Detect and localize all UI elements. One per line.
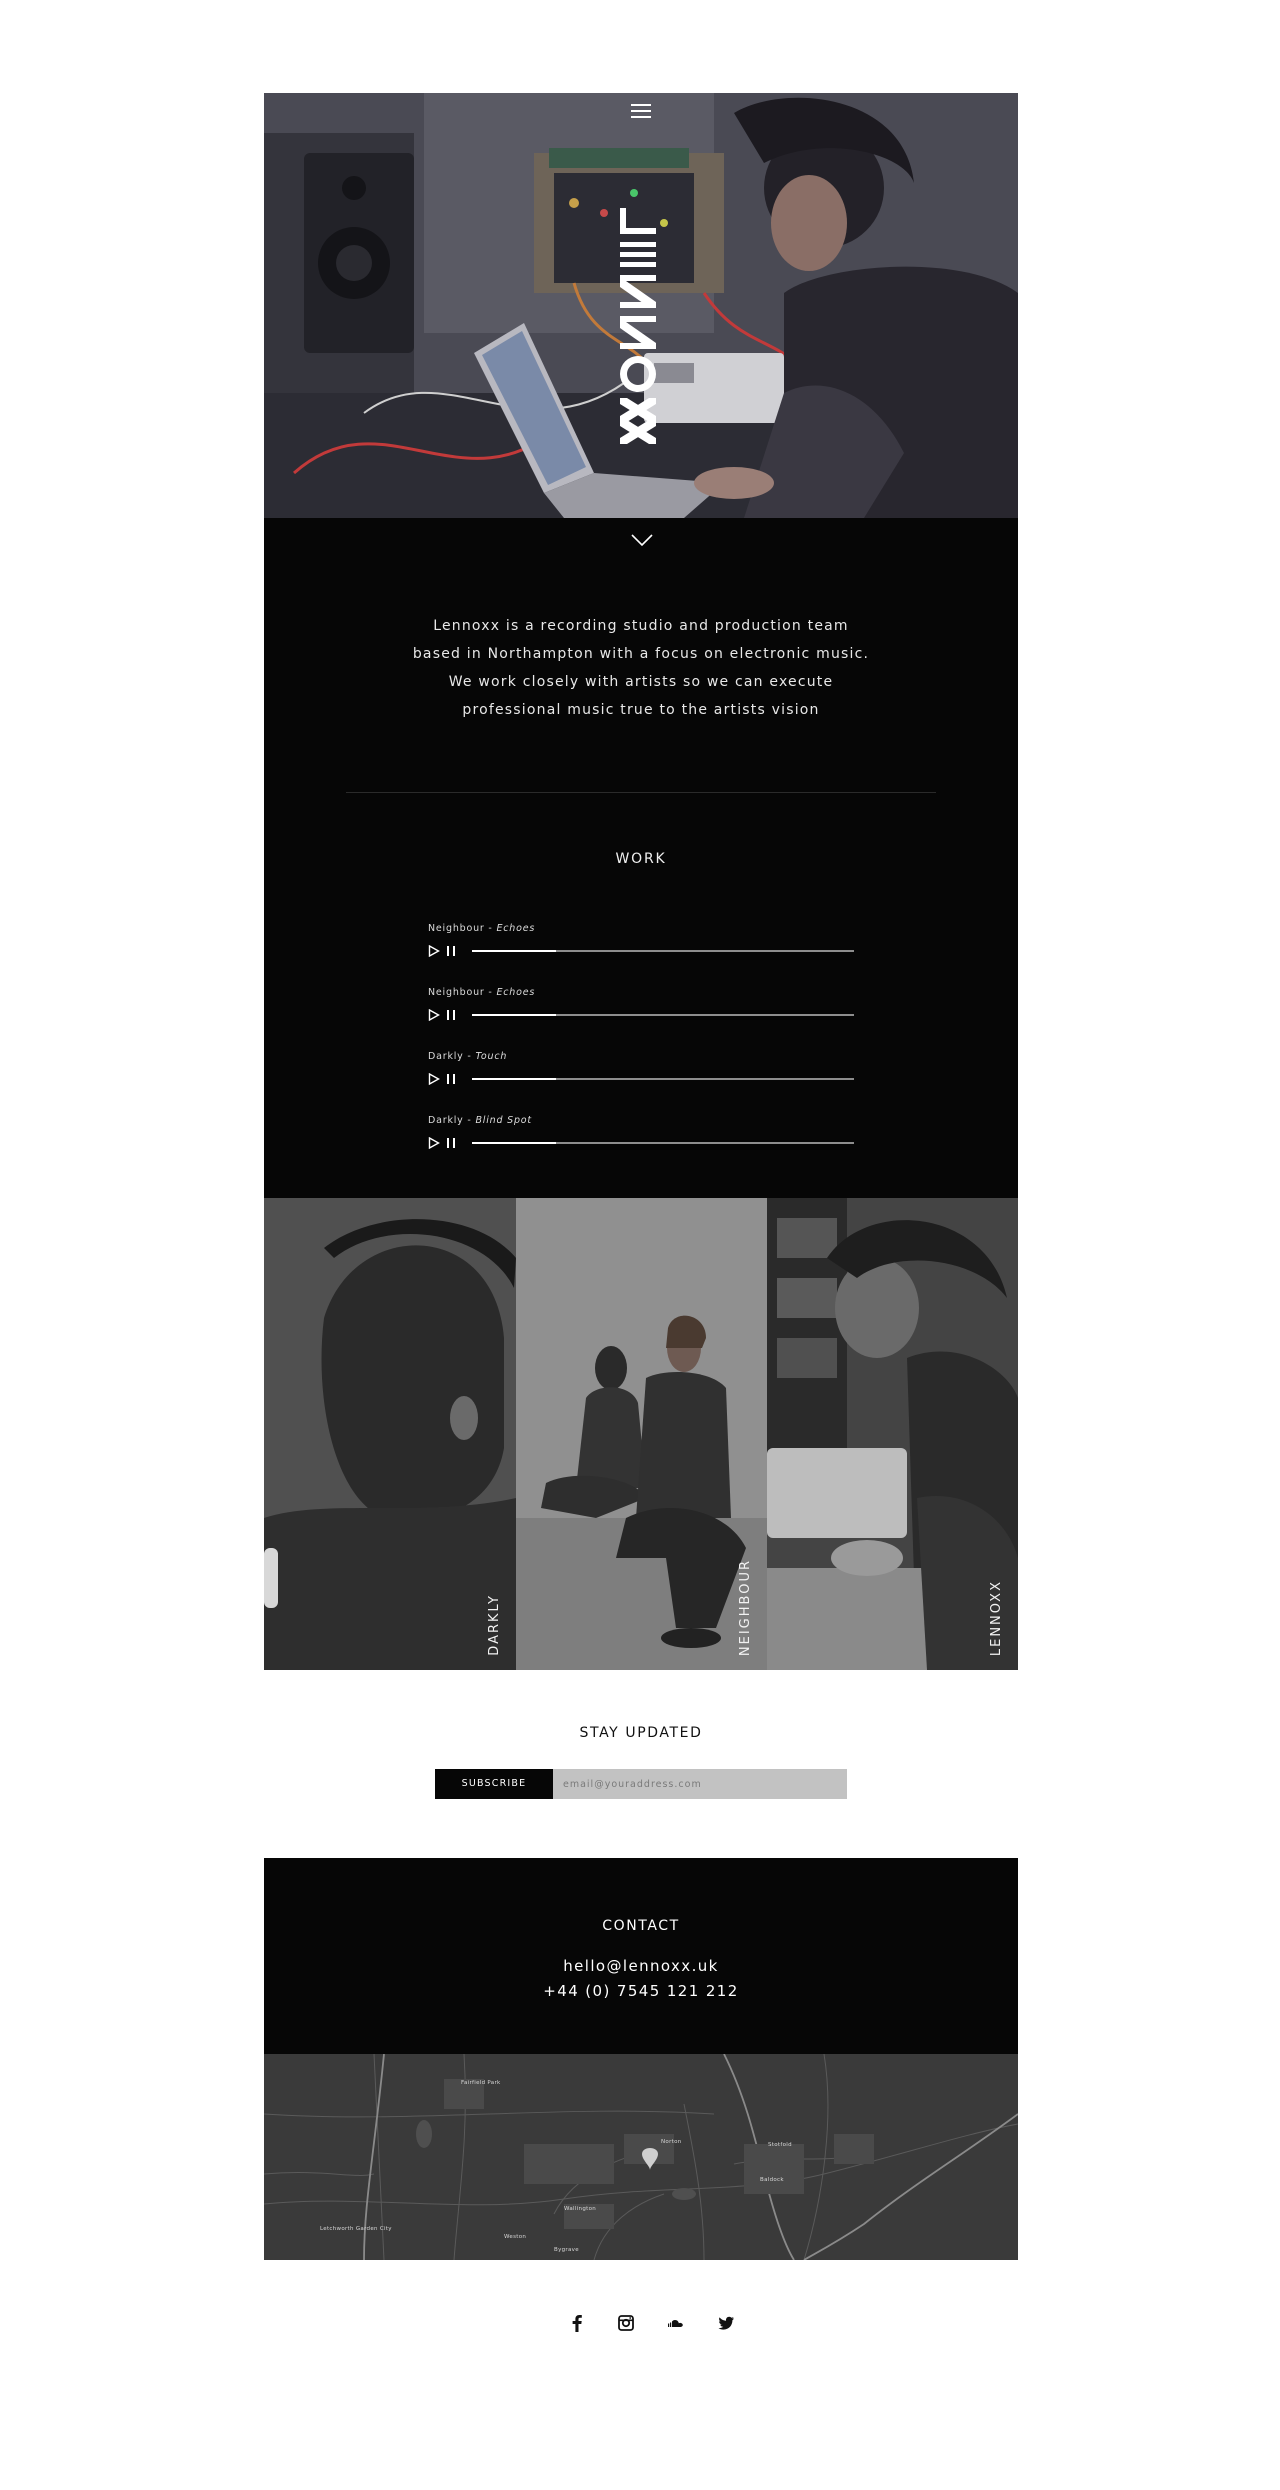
contact-section: CONTACT hello@lennoxx.uk +44 (0) 7545 12… [264,1858,1018,2054]
track-progress-fill [472,1142,557,1144]
hamburger-menu-icon[interactable] [631,103,651,119]
track-row: Darkly - Touch [428,1051,854,1085]
track-artist: Neighbour - [428,987,497,998]
instagram-icon[interactable] [615,2312,637,2334]
play-icon[interactable] [428,945,440,957]
artist-name: LENNOXX [989,1579,1004,1656]
intro-line: We work closely with artists so we can e… [448,674,834,690]
track-label: Darkly - Blind Spot [428,1115,532,1126]
artist-tile-darkly[interactable]: DARKLY [264,1198,516,1670]
track-progress-bar[interactable] [472,950,854,952]
artist-photo [264,1198,516,1670]
chevron-down-icon[interactable] [630,532,654,548]
map-label: Stotfold [768,2142,792,2148]
pause-icon[interactable] [447,1074,456,1084]
track-progress-bar[interactable] [472,1078,854,1080]
track-title: Blind Spot [475,1115,532,1126]
track-label: Neighbour - Echoes [428,923,535,934]
facebook-icon[interactable] [566,2312,588,2334]
hero-banner [264,93,1018,518]
play-icon[interactable] [428,1009,440,1021]
stay-updated-heading: STAY UPDATED [579,1725,703,1741]
track-progress-bar[interactable] [472,1142,854,1144]
pause-icon[interactable] [447,946,456,956]
track-title: Touch [475,1051,508,1062]
play-icon[interactable] [428,1073,440,1085]
work-heading: WORK [615,851,667,867]
map-label: Norton [661,2139,682,2145]
track-progress-bar[interactable] [472,1014,854,1016]
map-label: Wallington [564,2206,597,2212]
track-progress-fill [472,950,557,952]
social-links [264,2312,1018,2338]
contact-email-link[interactable]: hello@lennoxx.uk [264,1957,1018,1975]
track-title: Echoes [496,923,536,934]
track-row: Neighbour - Echoes [428,923,854,957]
track-artist: Darkly - [428,1051,476,1062]
section-divider [346,792,936,793]
intro-line: Lennoxx is a recording studio and produc… [433,618,849,634]
track-artist: Darkly - [428,1115,476,1126]
play-icon[interactable] [428,1137,440,1149]
map-label: Weston [504,2234,527,2240]
track-row: Darkly - Blind Spot [428,1115,854,1149]
artist-tile-neighbour[interactable]: NEIGHBOUR [516,1198,767,1670]
lennoxx-logo [620,208,656,444]
artist-photo [767,1198,1018,1670]
map-label: Fairfield Park [461,2080,501,2086]
artist-tile-lennoxx[interactable]: LENNOXX [767,1198,1018,1670]
artists-grid: DARKLY NEIGHBOUR LENNOXX [264,1198,1018,1670]
intro-line: professional music true to the artists v… [462,702,820,718]
subscribe-button[interactable]: SUBSCRIBE [435,1769,553,1799]
email-input[interactable] [553,1769,847,1799]
map-label: Letchworth Garden City [320,2226,392,2232]
track-progress-fill [472,1078,557,1080]
pause-icon[interactable] [447,1138,456,1148]
artist-name: DARKLY [487,1594,502,1656]
track-title: Echoes [496,987,536,998]
artist-photo [516,1198,767,1670]
soundcloud-icon[interactable] [665,2312,687,2334]
location-map[interactable]: Fairfield Park Norton Baldock Stotfold L… [264,2054,1018,2260]
track-label: Neighbour - Echoes [428,987,535,998]
artist-name: NEIGHBOUR [738,1558,753,1656]
contact-heading: CONTACT [602,1918,680,1934]
map-label: Baldock [760,2177,784,2183]
pause-icon[interactable] [447,1010,456,1020]
twitter-icon[interactable] [715,2312,737,2334]
intro-line: based in Northampton with a focus on ele… [412,646,870,662]
map-label: Bygrave [554,2247,579,2253]
about-and-work-section: Lennoxx is a recording studio and produc… [264,518,1018,1198]
intro-text: Lennoxx is a recording studio and produc… [324,612,958,724]
track-label: Darkly - Touch [428,1051,507,1062]
contact-phone: +44 (0) 7545 121 212 [543,1982,739,2000]
track-artist: Neighbour - [428,923,497,934]
track-row: Neighbour - Echoes [428,987,854,1021]
track-progress-fill [472,1014,557,1016]
